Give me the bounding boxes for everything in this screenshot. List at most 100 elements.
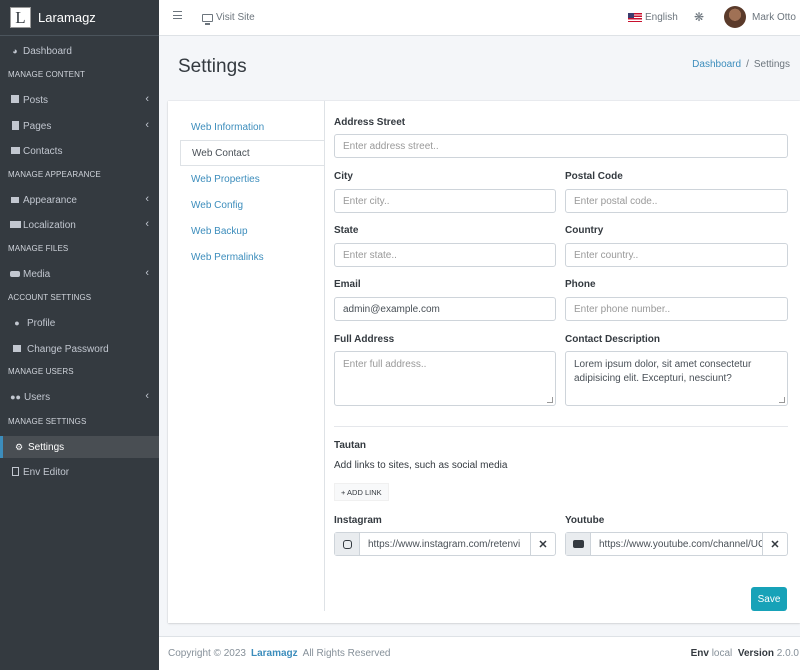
page-title: Settings: [178, 56, 247, 77]
tab-web-contact[interactable]: Web Contact: [180, 140, 325, 166]
tab-web-config[interactable]: Web Config: [180, 192, 325, 218]
language-icon: [9, 220, 21, 230]
nav-header-files: MANAGE FILES: [8, 244, 69, 253]
user-menu[interactable]: Mark Otto: [724, 6, 796, 28]
full-address-label: Full Address: [334, 334, 395, 345]
nav-header-settings: MANAGE SETTINGS: [8, 417, 87, 426]
country-input[interactable]: Enter country..: [565, 243, 788, 267]
brand-logo: L: [10, 7, 31, 28]
footer-brand-link[interactable]: Laramagz: [251, 648, 298, 659]
desktop-icon: [202, 13, 213, 25]
hamburger-icon[interactable]: [173, 11, 182, 19]
breadcrumb-dashboard[interactable]: Dashboard: [692, 59, 741, 70]
pages-icon: [9, 120, 21, 132]
full-address-textarea[interactable]: Enter full address..: [334, 351, 556, 406]
sidebar-item-contacts[interactable]: Contacts: [0, 140, 159, 162]
chevron-left-icon: ‹: [145, 93, 149, 105]
contact-description-label: Contact Description: [565, 334, 661, 345]
contact-description-textarea[interactable]: Lorem ipsum dolor, sit amet consectetur …: [565, 351, 788, 406]
nav-header-content: MANAGE CONTENT: [8, 70, 85, 79]
tab-web-information[interactable]: Web Information: [180, 114, 325, 140]
tautan-title: Tautan: [334, 440, 367, 451]
sidebar-nav: ◕ Dashboard MANAGE CONTENT Posts ‹ Pages…: [0, 36, 159, 656]
nav-header-appearance: MANAGE APPEARANCE: [8, 170, 101, 179]
chevron-left-icon: ‹: [145, 119, 149, 131]
users-icon: ●●: [10, 392, 21, 402]
tab-divider: [324, 101, 325, 611]
cogs-icon: ⚙: [14, 441, 24, 452]
instagram-label: Instagram: [334, 515, 382, 526]
youtube-input[interactable]: https://www.youtube.com/channel/UC: [591, 539, 762, 550]
sidebar-item-media[interactable]: Media ‹: [0, 263, 159, 285]
remove-instagram-button[interactable]: ✕: [530, 533, 555, 555]
paint-roller-icon: [9, 195, 21, 205]
breadcrumb: Dashboard / Settings: [692, 59, 790, 70]
city-input[interactable]: Enter city..: [334, 189, 556, 213]
save-button[interactable]: Save: [751, 587, 787, 611]
remove-youtube-button[interactable]: ✕: [762, 533, 787, 555]
email-label: Email: [334, 279, 361, 290]
youtube-icon: [566, 533, 591, 555]
envelope-icon: [9, 146, 21, 156]
postal-code-label: Postal Code: [565, 171, 623, 182]
chevron-left-icon: ‹: [145, 193, 149, 205]
sidebar-item-localization[interactable]: Localization ‹: [0, 214, 159, 236]
file-icon: [9, 466, 21, 478]
footer: Copyright © 2023 Laramagz All Rights Reser…: [159, 636, 800, 670]
sidebar-item-dashboard[interactable]: ◕ Dashboard: [0, 40, 159, 62]
phone-input[interactable]: Enter phone number..: [565, 297, 788, 321]
sidebar-item-appearance[interactable]: Appearance ‹: [0, 189, 159, 211]
lock-icon: [11, 344, 23, 354]
instagram-input[interactable]: https://www.instagram.com/retenvi: [360, 539, 530, 550]
tab-web-backup[interactable]: Web Backup: [180, 218, 325, 244]
us-flag-icon: [628, 13, 642, 22]
sidebar-item-pages[interactable]: Pages ‹: [0, 115, 159, 137]
gear-icon[interactable]: ❋: [694, 10, 704, 24]
youtube-input-group: https://www.youtube.com/channel/UC ✕: [565, 532, 788, 556]
language-dropdown[interactable]: English: [628, 12, 678, 23]
brand-link[interactable]: L Laramagz: [0, 0, 159, 36]
visit-site-link[interactable]: Visit Site: [202, 12, 255, 25]
country-label: Country: [565, 225, 604, 236]
sidebar-item-posts[interactable]: Posts ‹: [0, 89, 159, 111]
instagram-input-group: https://www.instagram.com/retenvi ✕: [334, 532, 556, 556]
nav-header-users: MANAGE USERS: [8, 367, 74, 376]
nav-header-account: ACCOUNT SETTINGS: [8, 293, 92, 302]
divider: [334, 426, 788, 427]
posts-icon: [9, 95, 21, 105]
sidebar-item-change-password[interactable]: Change Password: [0, 338, 159, 360]
phone-label: Phone: [565, 279, 596, 290]
tab-web-permalinks[interactable]: Web Permalinks: [180, 244, 325, 270]
add-link-button[interactable]: + ADD LINK: [334, 483, 389, 501]
avatar: [724, 6, 746, 28]
sidebar: L Laramagz ◕ Dashboard MANAGE CONTENT Po…: [0, 0, 159, 670]
sidebar-item-users[interactable]: ●● Users ‹: [0, 386, 159, 408]
chevron-left-icon: ‹: [145, 267, 149, 279]
city-label: City: [334, 171, 353, 182]
footer-version: Env local Version 2.0.0: [690, 648, 799, 659]
sidebar-item-env-editor[interactable]: Env Editor: [0, 461, 159, 483]
state-input[interactable]: Enter state..: [334, 243, 556, 267]
settings-tabs: Web Information Web Contact Web Properti…: [180, 114, 325, 270]
address-street-input[interactable]: Enter address street..: [334, 134, 788, 158]
sidebar-item-settings[interactable]: ⚙ Settings: [0, 436, 159, 458]
top-navbar: Visit Site English ❋ Mark Otto: [159, 0, 800, 36]
user-icon: ●: [14, 318, 20, 328]
chevron-left-icon: ‹: [145, 218, 149, 230]
tautan-help-text: Add links to sites, such as social media: [334, 460, 508, 471]
instagram-icon: [335, 533, 360, 555]
brand-name: Laramagz: [38, 10, 96, 25]
settings-card: Web Information Web Contact Web Properti…: [168, 101, 800, 623]
chevron-left-icon: ‹: [145, 390, 149, 402]
youtube-label: Youtube: [565, 515, 605, 526]
email-input[interactable]: admin@example.com: [334, 297, 556, 321]
state-label: State: [334, 225, 359, 236]
postal-code-input[interactable]: Enter postal code..: [565, 189, 788, 213]
sidebar-item-profile[interactable]: ● Profile: [0, 312, 159, 334]
breadcrumb-current: Settings: [753, 59, 790, 70]
dashboard-icon: ◕: [12, 46, 18, 56]
tab-web-properties[interactable]: Web Properties: [180, 166, 325, 192]
address-street-label: Address Street: [334, 117, 406, 128]
hdd-icon: [9, 269, 21, 279]
footer-copyright: Copyright © 2023 Laramagz All Rights Reser…: [168, 648, 391, 659]
